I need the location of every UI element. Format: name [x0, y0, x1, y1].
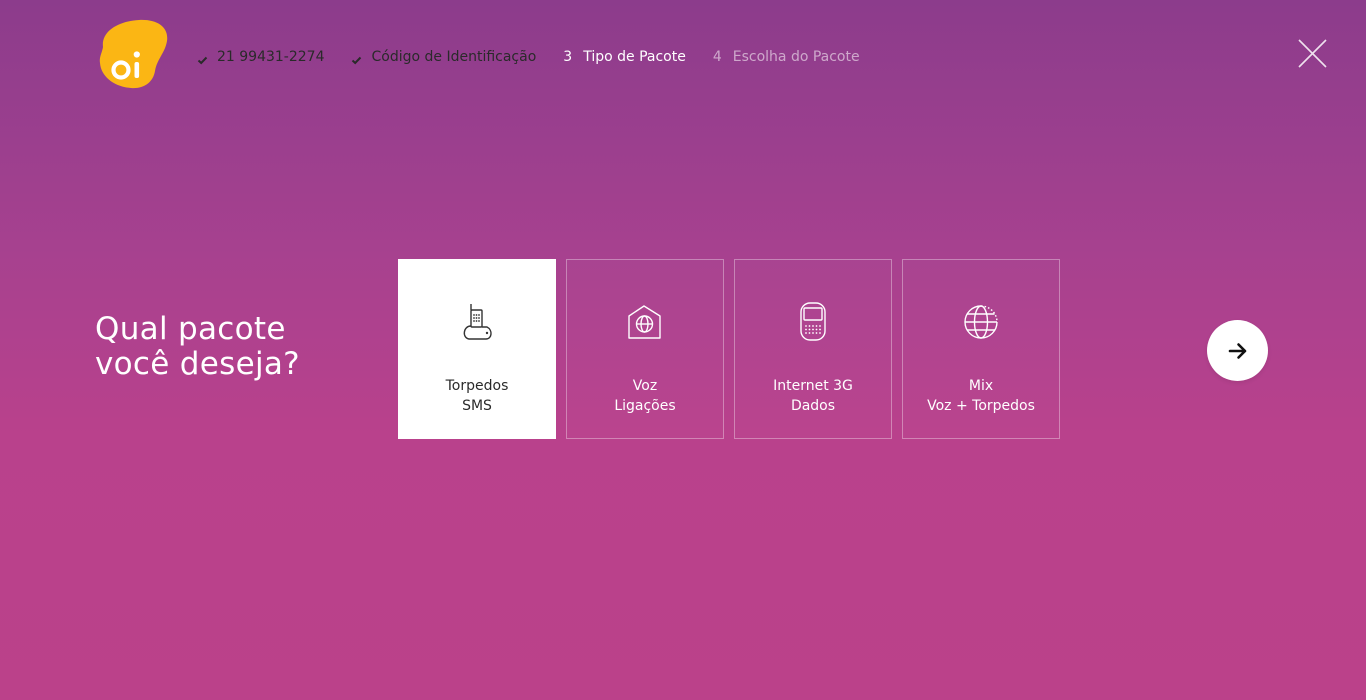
step-label: Escolha do Pacote: [732, 49, 860, 65]
close-icon: [1298, 39, 1327, 68]
next-button[interactable]: [1207, 320, 1268, 381]
check-icon: [197, 53, 208, 64]
step-phone-number[interactable]: 21 99431-2274: [197, 49, 324, 65]
wizard-steps: 21 99431-2274 Código de Identificação 3 …: [197, 46, 887, 68]
option-voz[interactable]: Voz Ligações: [566, 259, 724, 439]
oi-logo: [97, 19, 169, 89]
question-line-2: você deseja?: [95, 346, 300, 382]
oi-logo-mark: [99, 19, 168, 89]
step-number: 4: [712, 49, 722, 65]
close-button[interactable]: [1297, 38, 1328, 69]
question-line-1: Qual pacote: [95, 311, 286, 347]
option-subtitle: Ligações: [614, 398, 676, 414]
step-package-choice: 4 Escolha do Pacote: [713, 49, 860, 65]
arrow-right-icon: [1228, 342, 1246, 359]
step-number: 3: [563, 49, 573, 65]
option-subtitle: SMS: [462, 398, 492, 414]
globe-icon: [961, 302, 1001, 342]
package-type-options: Torpedos SMS Voz Ligações Internet 3G Da…: [398, 259, 1070, 439]
step-label: Código de Identificação: [371, 49, 537, 65]
option-subtitle: Voz + Torpedos: [927, 398, 1035, 414]
option-title: Voz: [632, 378, 658, 394]
option-title: Internet 3G: [773, 378, 853, 394]
option-subtitle: Dados: [790, 398, 836, 414]
voice-globe-icon: [625, 302, 665, 342]
step-label: 21 99431-2274: [217, 49, 325, 65]
sms-phone-icon: [457, 302, 497, 342]
check-icon: [351, 53, 362, 64]
option-title: Torpedos: [445, 378, 509, 394]
step-package-type: 3 Tipo de Pacote: [563, 49, 686, 65]
step-identification-code[interactable]: Código de Identificação: [351, 49, 536, 65]
option-title: Mix: [968, 378, 994, 394]
page-question: Qual pacote você deseja?: [95, 312, 355, 382]
mobile-keypad-icon: [793, 302, 833, 342]
option-internet-3g[interactable]: Internet 3G Dados: [734, 259, 892, 439]
step-label: Tipo de Pacote: [583, 49, 686, 65]
option-torpedos[interactable]: Torpedos SMS: [398, 259, 556, 439]
option-mix[interactable]: Mix Voz + Torpedos: [902, 259, 1060, 439]
